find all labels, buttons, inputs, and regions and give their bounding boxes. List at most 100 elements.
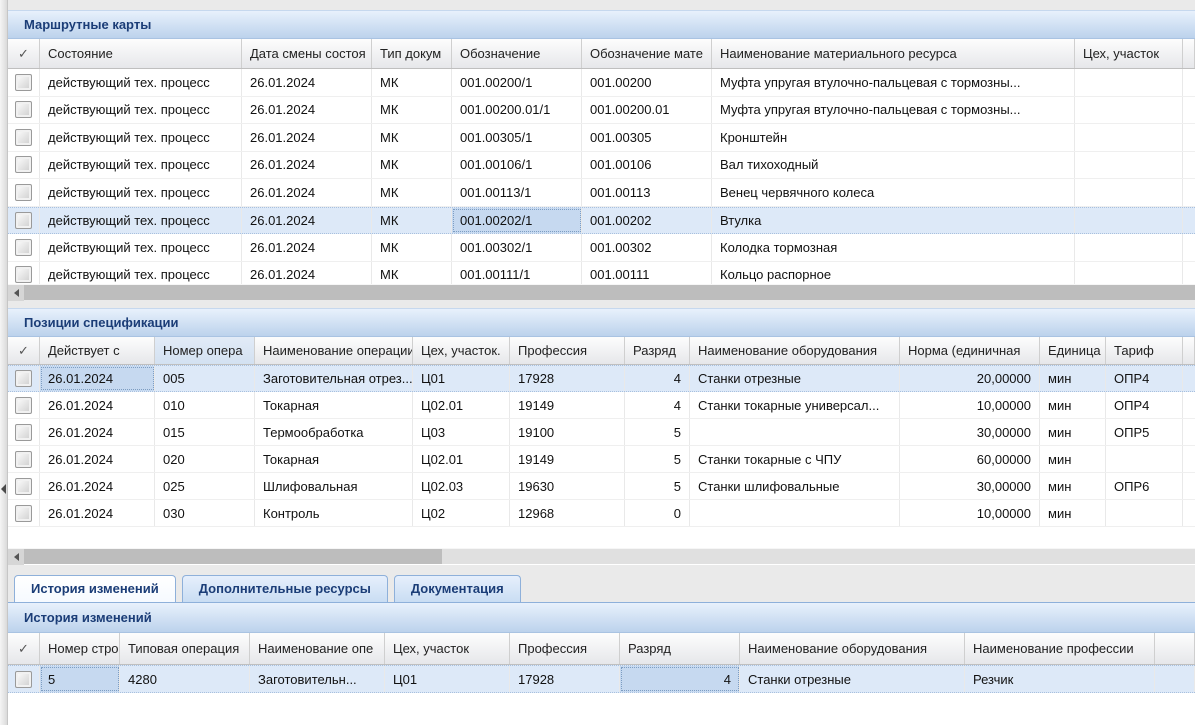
table-cell[interactable]: Ц02 bbox=[413, 500, 510, 526]
table-cell[interactable]: 001.00200.01 bbox=[582, 97, 712, 124]
table-cell[interactable]: действующий тех. процесс bbox=[40, 208, 242, 234]
table-cell[interactable]: 010 bbox=[155, 392, 255, 418]
table-cell[interactable]: 26.01.2024 bbox=[40, 392, 155, 418]
table-cell[interactable]: 005 bbox=[155, 366, 255, 391]
table-cell[interactable] bbox=[1106, 446, 1183, 472]
table-cell[interactable]: 26.01.2024 bbox=[242, 124, 372, 151]
table-cell[interactable] bbox=[1183, 262, 1195, 286]
table-cell[interactable]: 30,00000 bbox=[900, 473, 1040, 499]
table-cell[interactable]: 26.01.2024 bbox=[242, 152, 372, 179]
scrollbar-thumb[interactable] bbox=[24, 285, 1195, 300]
table-cell[interactable] bbox=[1183, 366, 1195, 391]
column-header[interactable]: Профессия bbox=[510, 633, 620, 664]
column-header[interactable]: Обозначение мате bbox=[582, 39, 712, 68]
scroll-left-button[interactable] bbox=[8, 285, 24, 301]
table-cell[interactable]: Шлифовальная bbox=[255, 473, 413, 499]
table-cell[interactable]: 12968 bbox=[510, 500, 625, 526]
column-header[interactable]: Номер стро bbox=[40, 633, 120, 664]
table-cell[interactable] bbox=[8, 69, 40, 96]
table-cell[interactable] bbox=[8, 446, 40, 472]
table-cell[interactable]: 020 bbox=[155, 446, 255, 472]
column-header[interactable]: Наименование операции bbox=[255, 337, 413, 364]
horizontal-scrollbar[interactable] bbox=[8, 284, 1195, 300]
table-cell[interactable]: Токарная bbox=[255, 392, 413, 418]
column-header[interactable]: Норма (единичная bbox=[900, 337, 1040, 364]
table-cell[interactable]: 19149 bbox=[510, 392, 625, 418]
table-cell[interactable] bbox=[8, 208, 40, 234]
table-cell[interactable] bbox=[8, 179, 40, 206]
table-row[interactable]: 26.01.2024005Заготовительная отрез...Ц01… bbox=[8, 365, 1195, 392]
table-cell[interactable]: Ц02.03 bbox=[413, 473, 510, 499]
table-cell[interactable]: МК bbox=[372, 97, 452, 124]
column-header[interactable]: Разряд bbox=[625, 337, 690, 364]
table-cell[interactable]: ОПР4 bbox=[1106, 366, 1183, 391]
table-cell[interactable]: мин bbox=[1040, 473, 1106, 499]
table-cell[interactable]: действующий тех. процесс bbox=[40, 262, 242, 286]
table-row[interactable]: действующий тех. процесс26.01.2024МК001.… bbox=[8, 124, 1195, 152]
table-cell[interactable]: 26.01.2024 bbox=[40, 446, 155, 472]
table-cell[interactable] bbox=[1075, 208, 1183, 234]
table-cell[interactable]: Заготовительн... bbox=[250, 666, 385, 692]
column-header[interactable]: Наименование профессии bbox=[965, 633, 1155, 664]
table-cell[interactable] bbox=[8, 366, 40, 391]
table-cell[interactable]: 5 bbox=[625, 446, 690, 472]
row-checkbox[interactable] bbox=[15, 478, 32, 495]
table-cell[interactable]: Ц01 bbox=[413, 366, 510, 391]
table-cell[interactable]: 4 bbox=[625, 392, 690, 418]
table-cell[interactable]: Ц03 bbox=[413, 419, 510, 445]
table-cell[interactable]: Резчик bbox=[965, 666, 1155, 692]
table-cell[interactable]: 4 bbox=[625, 366, 690, 391]
table-cell[interactable]: 030 bbox=[155, 500, 255, 526]
table-cell[interactable]: 001.00202 bbox=[582, 208, 712, 234]
table-cell[interactable]: МК bbox=[372, 69, 452, 96]
column-header[interactable]: Наименование оборудования bbox=[740, 633, 965, 664]
table-cell[interactable]: 001.00305/1 bbox=[452, 124, 582, 151]
table-cell[interactable]: 10,00000 bbox=[900, 392, 1040, 418]
table-cell[interactable] bbox=[1183, 419, 1195, 445]
table-cell[interactable]: Ц01 bbox=[385, 666, 510, 692]
table-cell[interactable]: 20,00000 bbox=[900, 366, 1040, 391]
table-cell[interactable] bbox=[8, 152, 40, 179]
row-checkbox[interactable] bbox=[15, 129, 32, 146]
tab-documentation[interactable]: Документация bbox=[394, 575, 521, 602]
table-cell[interactable]: 0 bbox=[625, 500, 690, 526]
table-cell[interactable]: МК bbox=[372, 152, 452, 179]
table-cell[interactable]: 015 bbox=[155, 419, 255, 445]
row-checkbox[interactable] bbox=[15, 370, 32, 387]
column-header[interactable] bbox=[1183, 337, 1195, 364]
table-cell[interactable] bbox=[1155, 666, 1195, 692]
table-cell[interactable] bbox=[1075, 152, 1183, 179]
column-header[interactable]: Типовая операция bbox=[120, 633, 250, 664]
table-cell[interactable]: Кронштейн bbox=[712, 124, 1075, 151]
column-header[interactable]: Состояние bbox=[40, 39, 242, 68]
table-cell[interactable]: мин bbox=[1040, 419, 1106, 445]
table-cell[interactable]: 26.01.2024 bbox=[40, 473, 155, 499]
scroll-left-button[interactable] bbox=[8, 549, 24, 565]
table-cell[interactable]: 001.00305 bbox=[582, 124, 712, 151]
table-cell[interactable] bbox=[1183, 446, 1195, 472]
table-cell[interactable]: 30,00000 bbox=[900, 419, 1040, 445]
table-cell[interactable] bbox=[8, 124, 40, 151]
table-cell[interactable] bbox=[690, 500, 900, 526]
tab-additional-resources[interactable]: Дополнительные ресурсы bbox=[182, 575, 388, 602]
table-row[interactable]: действующий тех. процесс26.01.2024МК001.… bbox=[8, 179, 1195, 207]
row-checkbox[interactable] bbox=[15, 451, 32, 468]
column-header[interactable]: Разряд bbox=[620, 633, 740, 664]
table-cell[interactable]: Муфта упругая втулочно-пальцевая с тормо… bbox=[712, 97, 1075, 124]
table-cell[interactable] bbox=[1075, 69, 1183, 96]
table-cell[interactable]: Станки отрезные bbox=[690, 366, 900, 391]
table-cell[interactable]: Термообработка bbox=[255, 419, 413, 445]
row-checkbox[interactable] bbox=[15, 397, 32, 414]
column-header[interactable]: Номер опера bbox=[155, 337, 255, 364]
table-cell[interactable] bbox=[1183, 69, 1195, 96]
column-header[interactable]: Наименование опе bbox=[250, 633, 385, 664]
row-checkbox[interactable] bbox=[15, 74, 32, 91]
table-cell[interactable]: 001.00302/1 bbox=[452, 234, 582, 261]
table-cell[interactable]: Станки отрезные bbox=[740, 666, 965, 692]
row-checkbox[interactable] bbox=[15, 266, 32, 283]
table-cell[interactable]: Станки токарные универсал... bbox=[690, 392, 900, 418]
table-cell[interactable] bbox=[1075, 234, 1183, 261]
table-cell[interactable] bbox=[1183, 392, 1195, 418]
column-header[interactable] bbox=[1183, 39, 1195, 68]
table-cell[interactable]: 26.01.2024 bbox=[242, 262, 372, 286]
